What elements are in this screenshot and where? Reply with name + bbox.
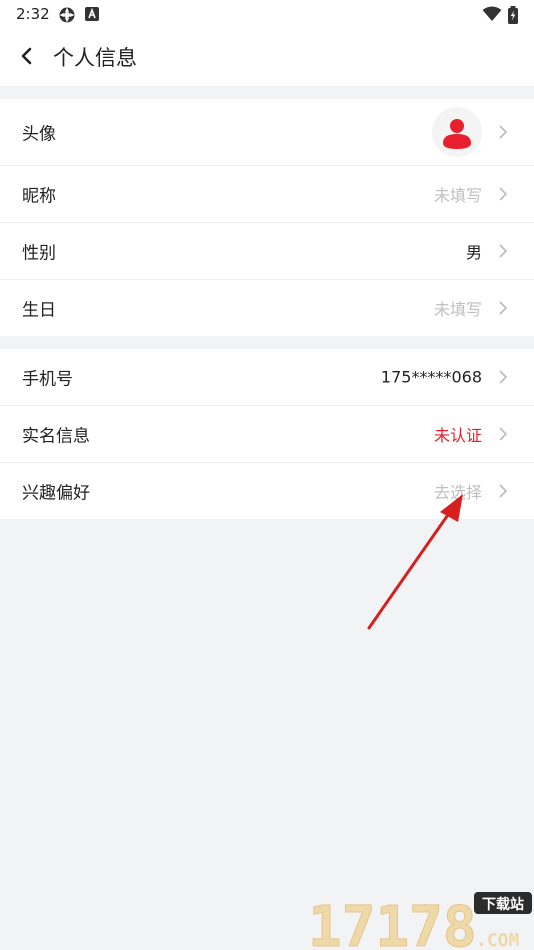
row-gender[interactable]: 性别 男 <box>0 223 534 280</box>
row-real-name-label: 实名信息 <box>22 426 90 447</box>
row-interests-label: 兴趣偏好 <box>22 483 90 504</box>
row-phone-value: 175*****068 <box>380 367 482 387</box>
back-arrow-icon[interactable] <box>14 43 40 69</box>
row-gender-value: 男 <box>465 243 482 262</box>
watermark-tag: 下载站 <box>482 896 524 913</box>
profile-account-group: 手机号 175*****068 实名信息 未认证 兴趣偏好 去选择 <box>0 349 534 519</box>
row-birthday[interactable]: 生日 未填写 <box>0 280 534 336</box>
chevron-right-icon <box>499 187 508 201</box>
row-avatar-label: 头像 <box>22 124 56 145</box>
user-avatar-icon <box>443 119 471 149</box>
accessibility-icon <box>85 7 99 21</box>
row-real-name-value: 未认证 <box>433 426 482 445</box>
watermark-number: 17178 <box>308 895 477 950</box>
row-interests[interactable]: 兴趣偏好 去选择 <box>0 463 534 519</box>
battery-icon <box>508 6 518 24</box>
chevron-right-icon <box>499 370 508 384</box>
chevron-right-icon <box>499 427 508 441</box>
row-interests-value: 去选择 <box>433 483 482 502</box>
row-phone[interactable]: 手机号 175*****068 <box>0 349 534 406</box>
chevron-right-icon <box>499 484 508 498</box>
profile-basic-group: 头像 昵称 未填写 性别 男 生日 未填写 <box>0 99 534 336</box>
row-nickname-value: 未填写 <box>433 186 482 205</box>
row-avatar[interactable]: 头像 <box>0 99 534 166</box>
chevron-right-icon <box>499 301 508 315</box>
sync-icon <box>59 7 75 23</box>
app-header: 个人信息 <box>0 30 534 86</box>
row-nickname[interactable]: 昵称 未填写 <box>0 166 534 223</box>
avatar[interactable] <box>432 107 482 157</box>
row-phone-label: 手机号 <box>22 369 73 390</box>
row-real-name[interactable]: 实名信息 未认证 <box>0 406 534 463</box>
row-gender-label: 性别 <box>22 243 56 264</box>
wifi-icon <box>482 6 502 21</box>
status-bar: 2:32 <box>0 0 534 30</box>
watermark-logo: 下载站 17178 .COM <box>308 892 532 950</box>
chevron-right-icon <box>499 125 508 139</box>
status-time: 2:32 <box>16 5 50 23</box>
watermark-suffix: .COM <box>476 930 520 950</box>
page-title: 个人信息 <box>53 46 137 70</box>
row-birthday-label: 生日 <box>22 300 56 321</box>
row-birthday-value: 未填写 <box>433 300 482 319</box>
chevron-right-icon <box>499 244 508 258</box>
row-nickname-label: 昵称 <box>22 186 56 207</box>
